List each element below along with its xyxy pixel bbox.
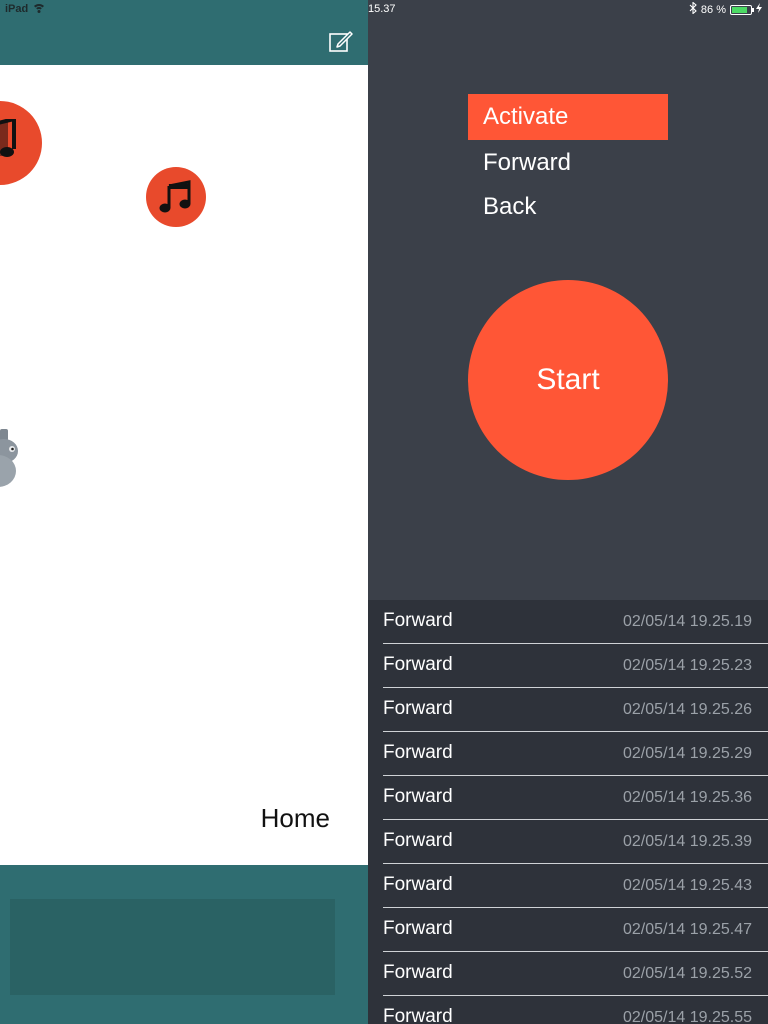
start-button[interactable]: Start xyxy=(468,280,668,480)
battery-icon xyxy=(730,4,754,15)
left-pane: iPad Home xyxy=(0,0,368,1024)
battery-percent: 86 % xyxy=(700,3,726,16)
log-row[interactable]: Forward 02/05/14 19.25.43 xyxy=(368,864,768,908)
log-row[interactable]: Forward 02/05/14 19.25.19 xyxy=(368,600,768,644)
log-row[interactable]: Forward 02/05/14 19.25.23 xyxy=(368,644,768,688)
command-menu: Activate Forward Back xyxy=(468,94,668,228)
menu-item-forward[interactable]: Forward xyxy=(468,140,668,184)
status-bar-right: 86 % xyxy=(689,1,762,17)
log-row[interactable]: Forward 02/05/14 19.25.52 xyxy=(368,952,768,996)
editor-canvas[interactable]: Home xyxy=(0,65,368,865)
log-row[interactable]: Forward 02/05/14 19.25.55 xyxy=(368,996,768,1024)
left-top-bar: iPad xyxy=(0,0,368,65)
log-action: Forward xyxy=(383,918,453,939)
log-row[interactable]: Forward 02/05/14 19.25.39 xyxy=(368,820,768,864)
music-note-icon[interactable] xyxy=(0,101,42,185)
compose-icon[interactable] xyxy=(329,30,353,52)
log-action: Forward xyxy=(383,874,453,895)
music-note-icon[interactable] xyxy=(146,167,206,227)
log-action: Forward xyxy=(383,830,453,851)
log-row[interactable]: Forward 02/05/14 19.25.26 xyxy=(368,688,768,732)
log-action: Forward xyxy=(383,786,453,807)
log-action: Forward xyxy=(383,654,453,675)
log-row[interactable]: Forward 02/05/14 19.25.47 xyxy=(368,908,768,952)
log-row[interactable]: Forward 02/05/14 19.25.36 xyxy=(368,776,768,820)
log-timestamp: 02/05/14 19.25.47 xyxy=(622,921,752,938)
log-action: Forward xyxy=(383,1006,453,1024)
charging-icon xyxy=(756,3,762,16)
device-label: iPad xyxy=(5,3,29,15)
left-bottom-bar xyxy=(0,865,368,1024)
right-pane: 15.37 86 % Activate Forward Back Start For… xyxy=(368,0,768,1024)
log-action: Forward xyxy=(383,742,453,763)
status-time: 15.37 xyxy=(368,3,396,15)
command-log-list[interactable]: Forward 02/05/14 19.25.19 Forward 02/05/14 … xyxy=(368,600,768,1024)
log-timestamp: 02/05/14 19.25.29 xyxy=(622,745,752,762)
bottom-drop-area[interactable] xyxy=(10,899,335,995)
home-label: Home xyxy=(260,803,330,833)
status-bar-left: iPad xyxy=(5,3,47,15)
log-action: Forward xyxy=(383,610,453,631)
menu-item-back[interactable]: Back xyxy=(468,184,668,228)
log-timestamp: 02/05/14 19.25.43 xyxy=(622,877,752,894)
bluetooth-icon xyxy=(689,1,697,17)
log-row[interactable]: Forward 02/05/14 19.25.29 xyxy=(368,732,768,776)
log-timestamp: 02/05/14 19.25.36 xyxy=(622,789,752,806)
log-timestamp: 02/05/14 19.25.39 xyxy=(622,833,752,850)
log-timestamp: 02/05/14 19.25.52 xyxy=(622,965,752,982)
log-timestamp: 02/05/14 19.25.19 xyxy=(622,613,752,630)
hippo-mascot-icon[interactable] xyxy=(0,425,24,495)
log-action: Forward xyxy=(383,698,453,719)
log-timestamp: 02/05/14 19.25.26 xyxy=(622,701,752,718)
menu-item-activate[interactable]: Activate xyxy=(468,94,668,140)
wifi-icon xyxy=(32,4,47,14)
log-timestamp: 02/05/14 19.25.55 xyxy=(622,1009,752,1024)
log-action: Forward xyxy=(383,962,453,983)
log-timestamp: 02/05/14 19.25.23 xyxy=(622,657,752,674)
